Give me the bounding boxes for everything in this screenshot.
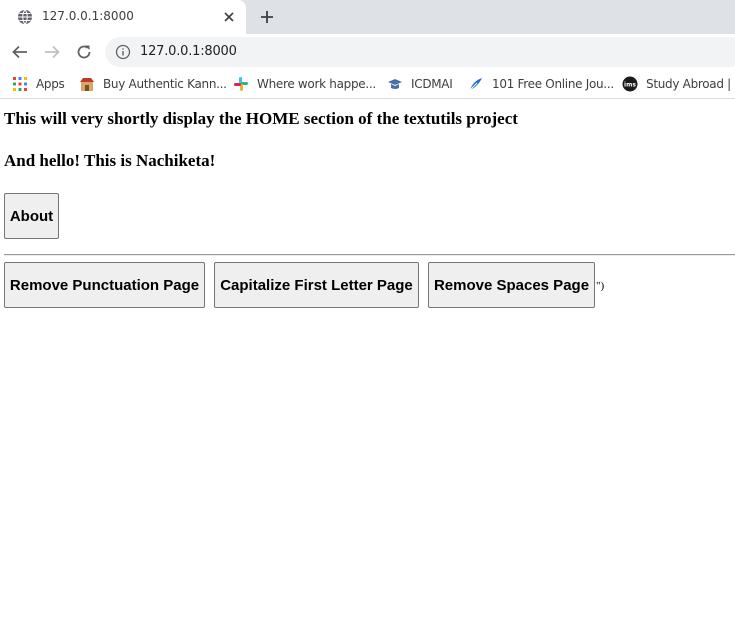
bookmark-apps[interactable]: Apps <box>12 75 65 93</box>
greeting-heading: And hello! This is Nachiketa! <box>4 151 216 170</box>
reload-icon[interactable] <box>75 43 93 61</box>
back-arrow-icon[interactable] <box>11 43 29 61</box>
home-heading: This will very shortly display the HOME … <box>4 109 518 128</box>
bookmark-icdmai[interactable]: ICDMAI <box>387 75 453 93</box>
apps-grid-icon <box>13 77 27 91</box>
url-text: 127.0.0.1:8000 <box>140 44 237 59</box>
about-button[interactable]: About <box>4 193 59 239</box>
info-icon[interactable] <box>115 44 131 60</box>
ims-icon: ims <box>622 76 638 92</box>
graduation-icon <box>388 79 402 89</box>
bookmark-free-online[interactable]: 101 Free Online Jou... <box>468 75 614 93</box>
slack-icon <box>234 77 248 91</box>
horizontal-rule <box>4 254 735 256</box>
svg-text:ims: ims <box>624 82 636 89</box>
close-tab-icon[interactable] <box>222 10 236 24</box>
shop-icon <box>80 78 94 91</box>
capitalize-first-letter-button[interactable]: Capitalize First Letter Page <box>214 262 419 308</box>
bookmark-study-abroad[interactable]: ims Study Abroad | U <box>622 75 735 93</box>
feather-icon <box>469 78 482 91</box>
tab-title: 127.0.0.1:8000 <box>42 9 134 23</box>
stray-text: ") <box>596 280 605 292</box>
remove-spaces-button[interactable]: Remove Spaces Page <box>428 262 595 308</box>
forward-arrow-icon[interactable] <box>43 43 61 61</box>
globe-icon <box>18 9 32 25</box>
page-content: This will very shortly display the HOME … <box>0 99 735 621</box>
address-bar[interactable]: 127.0.0.1:8000 <box>105 37 735 67</box>
tab-strip: 127.0.0.1:8000 <box>0 0 735 34</box>
bookmark-buy-authentic[interactable]: Buy Authentic Kann... <box>79 75 227 93</box>
bookmark-where-work[interactable]: Where work happe... <box>233 75 376 93</box>
new-tab-icon[interactable] <box>259 9 275 25</box>
browser-toolbar: 127.0.0.1:8000 <box>0 34 735 70</box>
browser-tab[interactable]: 127.0.0.1:8000 <box>0 0 246 34</box>
remove-punctuation-button[interactable]: Remove Punctuation Page <box>4 262 205 308</box>
bookmarks-bar: Apps Buy Authentic Kann... Where work ha… <box>0 70 735 99</box>
